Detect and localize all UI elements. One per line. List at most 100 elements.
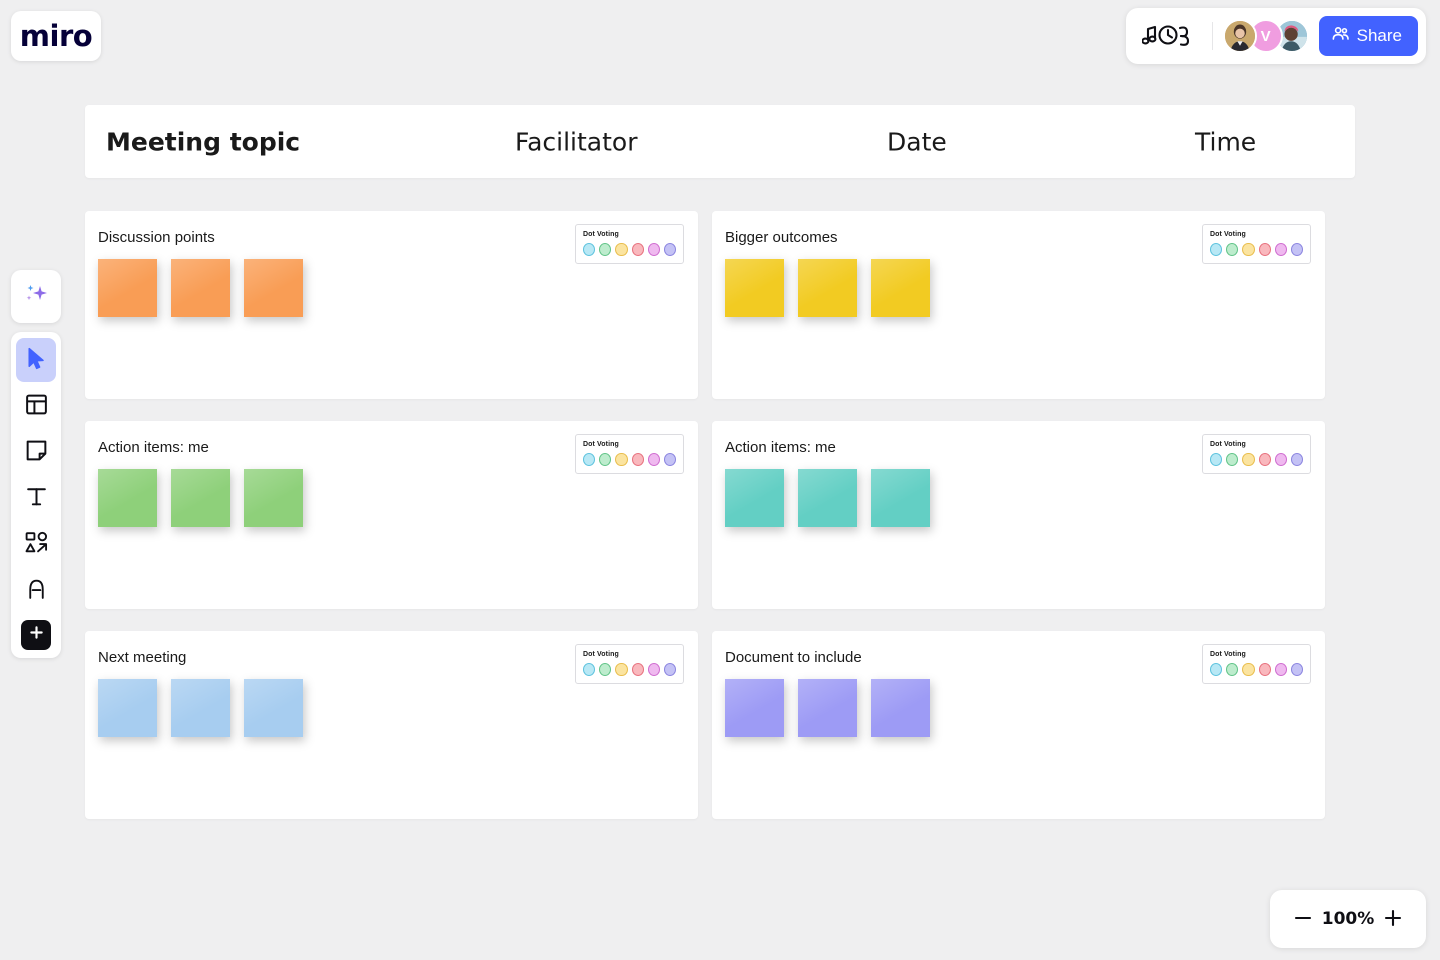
sticky-note[interactable] bbox=[725, 679, 784, 737]
dot-voting-swatch[interactable] bbox=[631, 243, 644, 256]
dot-voting-swatch[interactable] bbox=[1226, 453, 1239, 466]
miro-logo[interactable]: miro bbox=[11, 11, 101, 61]
ai-tool-panel[interactable] bbox=[11, 270, 61, 323]
dot-voting-swatch[interactable] bbox=[647, 663, 660, 676]
dot-voting-swatch[interactable] bbox=[1242, 453, 1255, 466]
sticky-note[interactable] bbox=[871, 259, 930, 317]
dot-voting-label: Dot Voting bbox=[583, 651, 619, 658]
dot-voting-widget[interactable]: Dot Voting bbox=[575, 434, 684, 474]
tool-rail bbox=[11, 332, 61, 658]
topbar-divider bbox=[1211, 22, 1213, 50]
sticky-note[interactable] bbox=[171, 469, 230, 527]
section-card[interactable]: Bigger outcomes Dot Voting bbox=[712, 211, 1325, 399]
sticky-note-group bbox=[98, 679, 698, 737]
sticky-note[interactable] bbox=[798, 259, 857, 317]
sections-grid: Discussion points Dot Voting Bigger outcom… bbox=[85, 211, 1355, 819]
dot-voting-swatch[interactable] bbox=[663, 663, 677, 676]
header-column-facilitator: Facilitator bbox=[515, 127, 638, 156]
dot-voting-swatch[interactable] bbox=[647, 453, 660, 466]
sticky-note[interactable] bbox=[798, 679, 857, 737]
meeting-header-card[interactable]: Meeting topic Facilitator Date Time bbox=[85, 105, 1355, 178]
dot-voting-swatch[interactable] bbox=[631, 453, 644, 466]
template-tool[interactable] bbox=[16, 384, 56, 428]
dot-voting-swatch[interactable] bbox=[583, 663, 596, 676]
dot-voting-swatch[interactable] bbox=[599, 453, 612, 466]
dot-voting-swatch[interactable] bbox=[1226, 663, 1239, 676]
add-more-tools-button[interactable] bbox=[21, 620, 51, 650]
dot-voting-swatch[interactable] bbox=[1290, 453, 1304, 466]
section-card[interactable]: Action items: me Dot Voting bbox=[712, 421, 1325, 609]
sticky-note[interactable] bbox=[98, 469, 157, 527]
sticky-note-group bbox=[98, 469, 698, 527]
dot-voting-label: Dot Voting bbox=[1210, 231, 1246, 238]
section-card[interactable]: Discussion points Dot Voting bbox=[85, 211, 698, 399]
zoom-in-button[interactable] bbox=[1380, 906, 1406, 932]
dot-voting-widget[interactable]: Dot Voting bbox=[1202, 644, 1311, 684]
dot-voting-swatch[interactable] bbox=[615, 663, 628, 676]
dot-voting-swatch[interactable] bbox=[663, 243, 677, 256]
dot-voting-swatch[interactable] bbox=[1210, 243, 1223, 256]
section-card[interactable]: Document to include Dot Voting bbox=[712, 631, 1325, 819]
dot-voting-swatch[interactable] bbox=[663, 453, 677, 466]
select-tool[interactable] bbox=[16, 338, 56, 382]
shapes-tool[interactable] bbox=[16, 522, 56, 566]
plus-icon bbox=[1382, 907, 1404, 932]
board-canvas: Meeting topic Facilitator Date Time Disc… bbox=[85, 105, 1355, 819]
dot-voting-swatches bbox=[583, 453, 677, 466]
pen-draw-icon bbox=[24, 576, 49, 604]
dot-voting-widget[interactable]: Dot Voting bbox=[1202, 434, 1311, 474]
sticky-note[interactable] bbox=[244, 469, 303, 527]
section-card[interactable]: Action items: me Dot Voting bbox=[85, 421, 698, 609]
header-column-meeting-topic: Meeting topic bbox=[106, 127, 301, 156]
dot-voting-swatch[interactable] bbox=[1226, 243, 1239, 256]
sticky-note[interactable] bbox=[244, 679, 303, 737]
sticky-note[interactable] bbox=[798, 469, 857, 527]
sticky-note-tool[interactable] bbox=[16, 430, 56, 474]
dot-voting-widget[interactable]: Dot Voting bbox=[575, 224, 684, 264]
dot-voting-label: Dot Voting bbox=[583, 231, 619, 238]
sticky-note[interactable] bbox=[871, 469, 930, 527]
dot-voting-swatch[interactable] bbox=[599, 243, 612, 256]
dot-voting-swatch[interactable] bbox=[1274, 663, 1287, 676]
sticky-note[interactable] bbox=[171, 679, 230, 737]
plus-icon bbox=[29, 625, 44, 645]
music-notes-icon[interactable] bbox=[1141, 21, 1202, 51]
sticky-note-group bbox=[725, 259, 1325, 317]
zoom-out-button[interactable] bbox=[1290, 906, 1316, 932]
sticky-note[interactable] bbox=[98, 259, 157, 317]
dot-voting-swatch[interactable] bbox=[1290, 243, 1304, 256]
sticky-note[interactable] bbox=[171, 259, 230, 317]
dot-voting-swatch[interactable] bbox=[1274, 243, 1287, 256]
dot-voting-swatch[interactable] bbox=[1242, 663, 1255, 676]
dot-voting-swatch[interactable] bbox=[599, 663, 612, 676]
dot-voting-swatch[interactable] bbox=[1242, 243, 1255, 256]
sticky-note[interactable] bbox=[244, 259, 303, 317]
share-button[interactable]: Share bbox=[1318, 16, 1418, 56]
dot-voting-swatch[interactable] bbox=[583, 453, 596, 466]
dot-voting-swatch[interactable] bbox=[647, 243, 660, 256]
dot-voting-swatch[interactable] bbox=[631, 663, 644, 676]
dot-voting-swatch[interactable] bbox=[583, 243, 596, 256]
pen-tool[interactable] bbox=[16, 568, 56, 612]
dot-voting-swatches bbox=[1210, 453, 1304, 466]
dot-voting-swatch[interactable] bbox=[1274, 453, 1287, 466]
dot-voting-swatch[interactable] bbox=[615, 453, 628, 466]
dot-voting-swatch[interactable] bbox=[1258, 453, 1271, 466]
avatar-collaborator-1[interactable] bbox=[1222, 19, 1257, 53]
dot-voting-swatch[interactable] bbox=[1210, 453, 1223, 466]
dot-voting-swatch[interactable] bbox=[1290, 663, 1304, 676]
dot-voting-swatch[interactable] bbox=[1258, 243, 1271, 256]
section-card[interactable]: Next meeting Dot Voting bbox=[85, 631, 698, 819]
sticky-note[interactable] bbox=[725, 469, 784, 527]
sticky-note[interactable] bbox=[98, 679, 157, 737]
sticky-note[interactable] bbox=[725, 259, 784, 317]
dot-voting-widget[interactable]: Dot Voting bbox=[1202, 224, 1311, 264]
template-frame-icon bbox=[24, 392, 49, 420]
dot-voting-widget[interactable]: Dot Voting bbox=[575, 644, 684, 684]
sticky-note[interactable] bbox=[871, 679, 930, 737]
miro-wordmark: miro bbox=[19, 19, 93, 53]
dot-voting-swatch[interactable] bbox=[1210, 663, 1223, 676]
dot-voting-swatch[interactable] bbox=[615, 243, 628, 256]
dot-voting-swatch[interactable] bbox=[1258, 663, 1271, 676]
text-tool[interactable] bbox=[16, 476, 56, 520]
